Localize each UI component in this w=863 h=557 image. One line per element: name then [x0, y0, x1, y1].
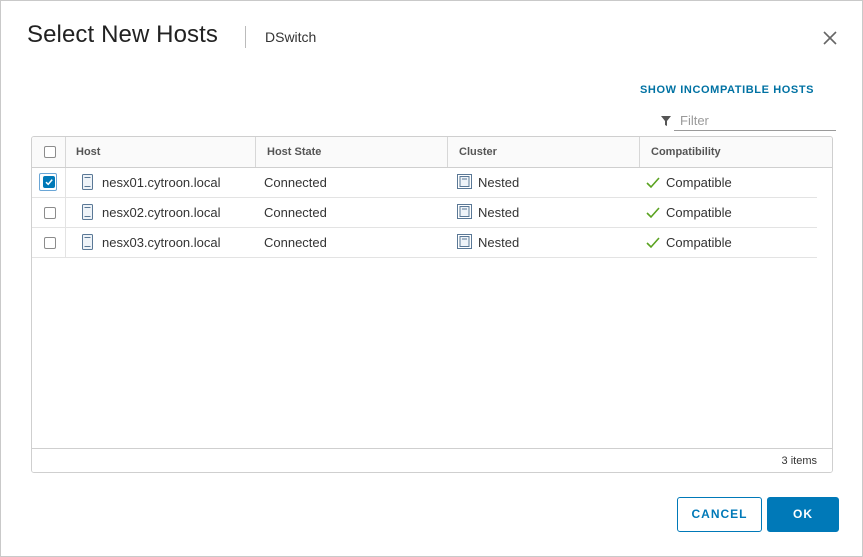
table-row[interactable]: nesx02.cytroon.local Connected Nested Co…	[32, 198, 817, 228]
row-checkbox[interactable]	[43, 176, 55, 188]
column-header-host[interactable]: Host	[76, 137, 100, 167]
hosts-datagrid: Host Host State Cluster Compatibility ne…	[31, 136, 833, 473]
host-name: nesx01.cytroon.local	[102, 175, 221, 190]
column-divider	[65, 168, 66, 197]
select-hosts-dialog: Select New Hosts DSwitch SHOW INCOMPATIB…	[0, 0, 863, 557]
cluster-name: Nested	[478, 205, 520, 220]
grid-footer: 3 items	[32, 448, 832, 472]
column-divider	[65, 198, 66, 227]
server-icon	[82, 234, 93, 255]
column-divider[interactable]	[255, 137, 256, 167]
column-header-compatibility[interactable]: Compatibility	[651, 137, 721, 167]
host-name: nesx03.cytroon.local	[102, 235, 221, 250]
host-name: nesx02.cytroon.local	[102, 205, 221, 220]
row-checkbox[interactable]	[44, 237, 56, 249]
cluster-name: Nested	[478, 175, 520, 190]
ok-button[interactable]: OK	[767, 497, 839, 532]
column-divider[interactable]	[447, 137, 448, 167]
table-row[interactable]: nesx01.cytroon.local Connected Nested Co…	[32, 168, 817, 198]
cluster-name: Nested	[478, 235, 520, 250]
cancel-button[interactable]: CANCEL	[677, 497, 762, 532]
column-header-cluster[interactable]: Cluster	[459, 137, 497, 167]
column-header-host-state[interactable]: Host State	[267, 137, 321, 167]
column-divider	[65, 228, 66, 257]
check-icon	[646, 176, 660, 194]
host-state: Connected	[264, 205, 327, 220]
column-divider[interactable]	[639, 137, 640, 167]
check-icon	[646, 236, 660, 254]
cluster-icon	[457, 174, 472, 194]
server-icon	[82, 174, 93, 195]
dialog-title: Select New Hosts	[27, 21, 218, 48]
compatibility-status: Compatible	[666, 235, 732, 250]
close-icon[interactable]	[819, 27, 841, 49]
filter-icon	[660, 114, 672, 126]
select-all-checkbox[interactable]	[44, 146, 56, 158]
items-count: 3 items	[781, 455, 817, 467]
filter-input[interactable]	[674, 110, 836, 131]
checkmark-icon	[45, 179, 53, 186]
host-state: Connected	[264, 175, 327, 190]
compatibility-status: Compatible	[666, 175, 732, 190]
show-incompatible-hosts-link[interactable]: SHOW INCOMPATIBLE HOSTS	[640, 84, 814, 96]
grid-header: Host Host State Cluster Compatibility	[32, 137, 832, 168]
host-state: Connected	[264, 235, 327, 250]
row-checkbox[interactable]	[44, 207, 56, 219]
dialog-subtitle: DSwitch	[265, 29, 317, 45]
table-row[interactable]: nesx03.cytroon.local Connected Nested Co…	[32, 228, 817, 258]
cluster-icon	[457, 204, 472, 224]
cluster-icon	[457, 234, 472, 254]
title-divider	[245, 26, 246, 48]
compatibility-status: Compatible	[666, 205, 732, 220]
check-icon	[646, 206, 660, 224]
server-icon	[82, 204, 93, 225]
column-divider	[65, 137, 66, 167]
